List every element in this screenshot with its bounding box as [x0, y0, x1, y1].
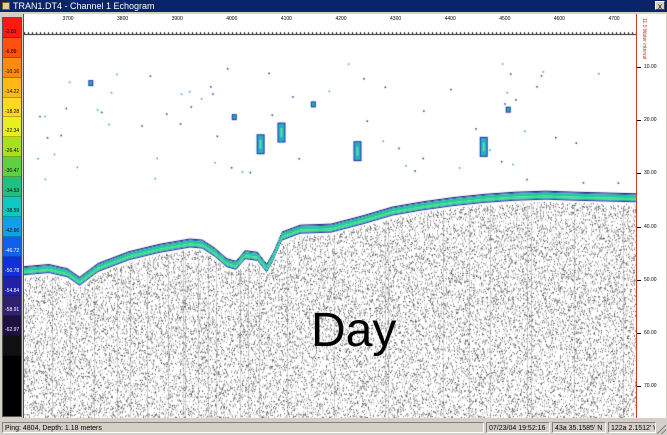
color-scale-label: -50.78: [5, 267, 20, 274]
ping-tick-label: 4400: [444, 16, 456, 22]
depth-tick-label: 50.00: [644, 276, 657, 283]
ping-tick-label: 4100: [280, 16, 292, 22]
color-scale-label: -42.66: [5, 227, 20, 234]
ping-tick-label: 3900: [171, 16, 183, 22]
status-bar: Ping: 4804, Depth: 1.18 meters 07/23/04 …: [0, 421, 667, 435]
color-scale-level: -50.78: [3, 256, 21, 277]
color-scale-label: -2.83: [5, 29, 17, 35]
color-scale-label: -18.28: [5, 108, 20, 115]
color-scale-level: -22.34: [3, 117, 21, 138]
color-scale-level: -14.22: [3, 77, 21, 98]
title-bar[interactable]: TRAN1.DT4 - Channel 1 Echogram x: [0, 0, 667, 12]
color-scale-level: -34.53: [3, 177, 21, 198]
color-scale-label: -30.47: [5, 168, 20, 175]
depth-tick-mark: [637, 173, 641, 175]
ping-tick-label: 4600: [553, 16, 565, 22]
color-scale-label: -62.97: [5, 327, 20, 334]
depth-axis-title: 11.0 Water interval: [641, 18, 647, 60]
depth-tick-mark: [637, 332, 641, 334]
color-scale-label: -54.84: [5, 287, 20, 294]
color-scale-label: -38.59: [5, 208, 20, 215]
close-button[interactable]: x: [655, 1, 665, 11]
depth-tick-label: 60.00: [644, 329, 657, 336]
ping-tick-label: 3700: [62, 16, 74, 22]
status-longitude: 122a 2.1512' W: [608, 422, 656, 433]
color-scale-level: [3, 356, 21, 377]
resize-grip[interactable]: [657, 425, 666, 434]
depth-tick-mark: [637, 386, 641, 388]
app-icon: [2, 2, 10, 10]
depth-tick-mark: [637, 120, 641, 122]
depth-tick-label: 30.00: [644, 170, 657, 177]
depth-tick-mark: [637, 279, 641, 281]
ping-tick-label: 3800: [117, 16, 129, 22]
color-scale-level: -42.66: [3, 216, 21, 237]
color-scale-label: -46.72: [5, 247, 20, 254]
ping-tick-label: 4500: [499, 16, 511, 22]
depth-tick-label: 10.00: [644, 64, 657, 71]
color-scale-label: -14.22: [5, 88, 20, 95]
color-scale-level: -30.47: [3, 157, 21, 178]
color-scale-level: -18.28: [3, 97, 21, 118]
ping-tick-label: 4000: [226, 16, 238, 22]
status-latitude: 43a 35.1585' N: [552, 422, 606, 433]
color-scale-level: -38.59: [3, 197, 21, 217]
ping-tick-label: 4700: [608, 16, 620, 22]
color-scale-label: -6.89: [5, 48, 17, 55]
color-scale-label: -26.41: [5, 148, 20, 155]
day-overlay-label: Day: [311, 304, 397, 357]
ping-tick-label: 4200: [335, 16, 347, 22]
echogram-canvas[interactable]: [24, 14, 637, 418]
depth-axis: 11.0 Water interval 10.00 20.00 30.00 40.00…: [636, 14, 666, 418]
depth-tick-mark: [637, 67, 641, 69]
depth-tick-label: 20.00: [644, 117, 657, 124]
depth-tick-label: 70.00: [644, 383, 657, 390]
color-scale-level: [3, 395, 21, 416]
color-scale-level: -10.16: [3, 57, 21, 78]
color-scale-level: -46.72: [3, 236, 21, 257]
color-scale: -2.83 -6.89 -10.16 -14.22 -18.28 -22.34 -26.41…: [2, 17, 22, 417]
echogram-window: TRAN1.DT4 - Channel 1 Echogram x -2.83 -6…: [0, 0, 667, 435]
status-datetime: 07/23/04 19:52:16: [486, 422, 550, 433]
ping-tick-label: 4300: [390, 16, 402, 22]
color-scale-label: -34.53: [5, 188, 20, 195]
color-scale-label: -10.16: [5, 68, 20, 75]
color-scale-level: -6.89: [3, 37, 21, 58]
depth-tick-label: 40.00: [644, 223, 657, 230]
color-scale-level: [3, 376, 21, 396]
color-scale-level: -2.83: [3, 18, 21, 38]
color-scale-level: -58.91: [3, 296, 21, 317]
color-scale-level: [3, 336, 21, 357]
color-scale-label: -58.91: [5, 307, 20, 314]
color-scale-level: -54.84: [3, 276, 21, 297]
color-scale-level: -26.41: [3, 137, 21, 158]
color-scale-label: -22.34: [5, 128, 20, 135]
status-ping-depth: Ping: 4804, Depth: 1.18 meters: [2, 422, 484, 433]
depth-tick-mark: [637, 226, 641, 228]
color-scale-level: -62.97: [3, 316, 21, 337]
window-title: TRAN1.DT4 - Channel 1 Echogram: [13, 1, 155, 11]
echogram-plot[interactable]: Day 3700 3800 3900 4000 4100 4200 4300 4400 4500…: [23, 14, 637, 418]
